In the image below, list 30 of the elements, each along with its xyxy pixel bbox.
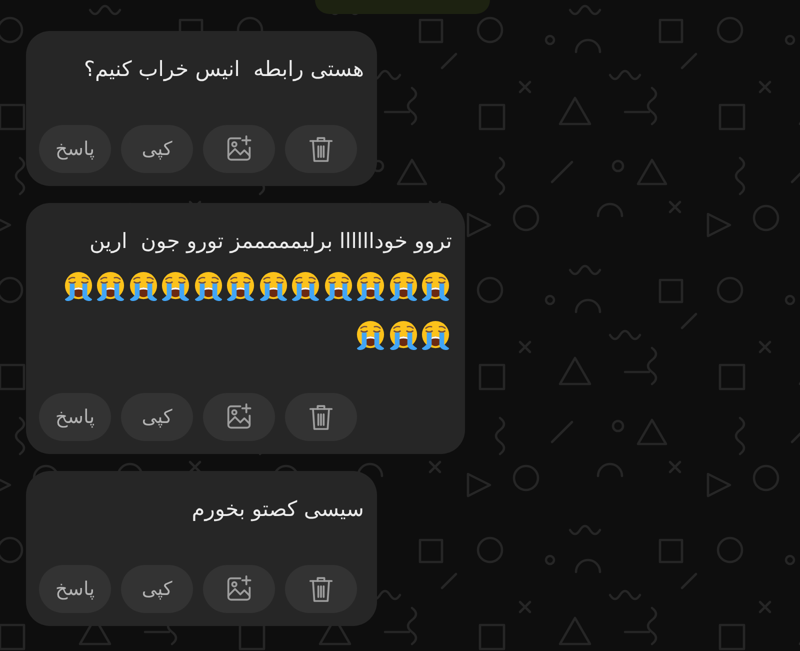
crying-face-icon [355,271,386,302]
crying-face-icon [225,271,256,302]
crying-face-icon [62,271,94,302]
message-text: هستی رابطه انیس خراب کنیم؟ [82,56,364,83]
add-image-button[interactable] [203,393,275,441]
delete-button[interactable] [285,393,357,441]
reply-button[interactable]: پاسخ [39,393,111,441]
add-image-button[interactable] [203,125,275,173]
crying-face-icon [258,271,289,302]
crying-face-icon [322,271,354,302]
reply-button[interactable]: پاسخ [39,125,111,173]
copy-button[interactable]: کپی [121,125,193,173]
reply-button[interactable]: پاسخ [39,565,111,613]
crying-face-icon [95,271,126,302]
crying-face-icon [420,320,452,351]
delete-button[interactable] [285,565,357,613]
crying-face-icon [420,271,452,302]
copy-button[interactable]: کپی [121,393,193,441]
crying-face-icon [388,320,419,351]
copy-button[interactable]: کپی [121,565,193,613]
message-text: سیسی کصتو بخورم [190,496,364,523]
crying-face-icon [388,271,419,302]
delete-button[interactable] [285,125,357,173]
crying-face-icon [192,271,224,302]
crying-face-icon [355,320,386,351]
crying-face-icon [290,271,322,302]
message-text: تروو خوداااااا برلیمممممز تورو جون ارین [88,228,452,255]
crying-face-icon [128,271,159,302]
crying-face-icon [160,271,192,302]
add-image-button[interactable] [203,565,275,613]
